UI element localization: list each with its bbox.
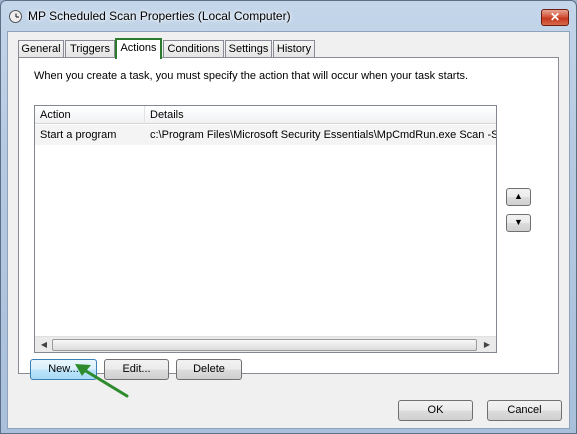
list-header: Action Details bbox=[35, 106, 496, 124]
window-title: MP Scheduled Scan Properties (Local Comp… bbox=[28, 9, 291, 23]
close-button[interactable]: ✕ bbox=[541, 9, 569, 26]
tab-general[interactable]: General bbox=[18, 40, 64, 58]
tab-settings[interactable]: Settings bbox=[225, 40, 272, 58]
tab-triggers[interactable]: Triggers bbox=[65, 40, 115, 58]
scroll-thumb[interactable] bbox=[52, 339, 477, 351]
clock-icon bbox=[9, 10, 22, 23]
actions-tab-panel: When you create a task, you must specify… bbox=[18, 57, 559, 374]
annotation-arrow-icon bbox=[75, 364, 129, 398]
list-item[interactable]: Start a program c:\Program Files\Microso… bbox=[35, 125, 496, 145]
properties-window: MP Scheduled Scan Properties (Local Comp… bbox=[0, 0, 577, 434]
close-icon: ✕ bbox=[549, 10, 561, 24]
horizontal-scrollbar[interactable]: ◀ ▶ bbox=[35, 336, 496, 352]
delete-action-button[interactable]: Delete bbox=[176, 359, 242, 380]
move-up-button[interactable]: ▲ bbox=[506, 188, 531, 206]
column-header-action[interactable]: Action bbox=[35, 106, 145, 124]
cell-details: c:\Program Files\Microsoft Security Esse… bbox=[150, 129, 496, 141]
column-header-details[interactable]: Details bbox=[145, 106, 496, 124]
intro-text: When you create a task, you must specify… bbox=[34, 70, 469, 82]
scroll-right-icon[interactable]: ▶ bbox=[479, 338, 495, 352]
arrow-up-icon: ▲ bbox=[514, 191, 523, 201]
move-down-button[interactable]: ▼ bbox=[506, 214, 531, 232]
cancel-button[interactable]: Cancel bbox=[487, 400, 562, 421]
arrow-down-icon: ▼ bbox=[514, 217, 523, 227]
tab-actions[interactable]: Actions bbox=[115, 38, 162, 59]
tab-history[interactable]: History bbox=[273, 40, 315, 58]
actions-list[interactable]: Action Details Start a program c:\Progra… bbox=[34, 105, 497, 353]
tab-conditions[interactable]: Conditions bbox=[163, 40, 224, 58]
scroll-left-icon[interactable]: ◀ bbox=[36, 338, 52, 352]
cell-action: Start a program bbox=[40, 129, 117, 141]
ok-button[interactable]: OK bbox=[398, 400, 473, 421]
title-bar[interactable]: MP Scheduled Scan Properties (Local Comp… bbox=[1, 1, 576, 31]
